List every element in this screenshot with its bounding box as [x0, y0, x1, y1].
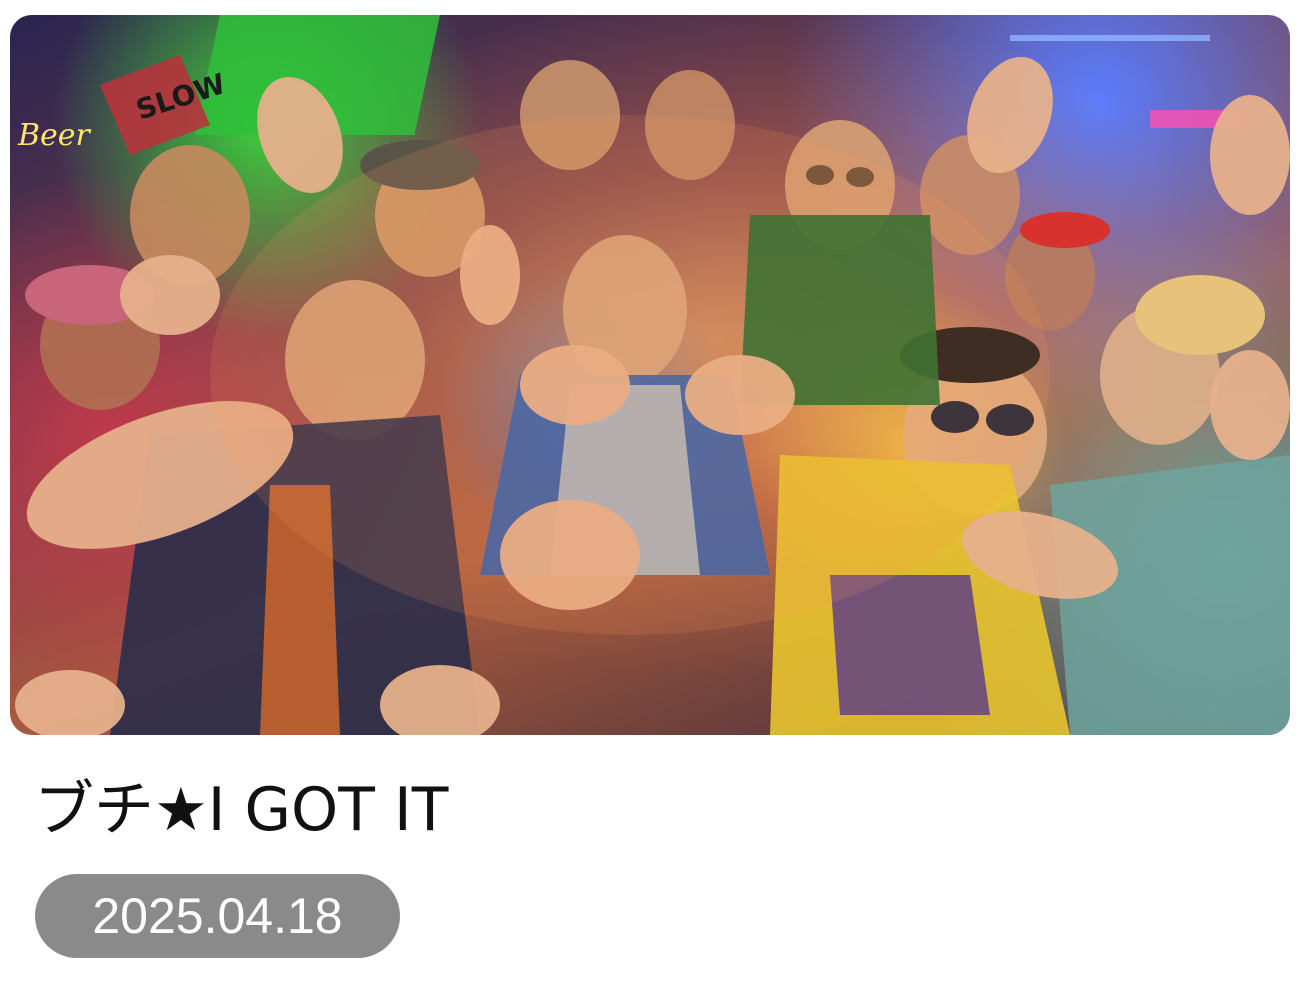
- thumbnail-illustration: SLOW Beer: [15, 15, 1290, 735]
- release-title[interactable]: ブチ★I GOT IT: [34, 770, 448, 850]
- sign-beer: Beer: [17, 118, 92, 153]
- release-thumbnail[interactable]: SLOW Beer: [10, 15, 1290, 735]
- release-date-badge: 2025.04.18: [35, 874, 400, 958]
- release-card[interactable]: SLOW Beer ブチ★I GOT IT 2025.04.18: [0, 0, 1300, 991]
